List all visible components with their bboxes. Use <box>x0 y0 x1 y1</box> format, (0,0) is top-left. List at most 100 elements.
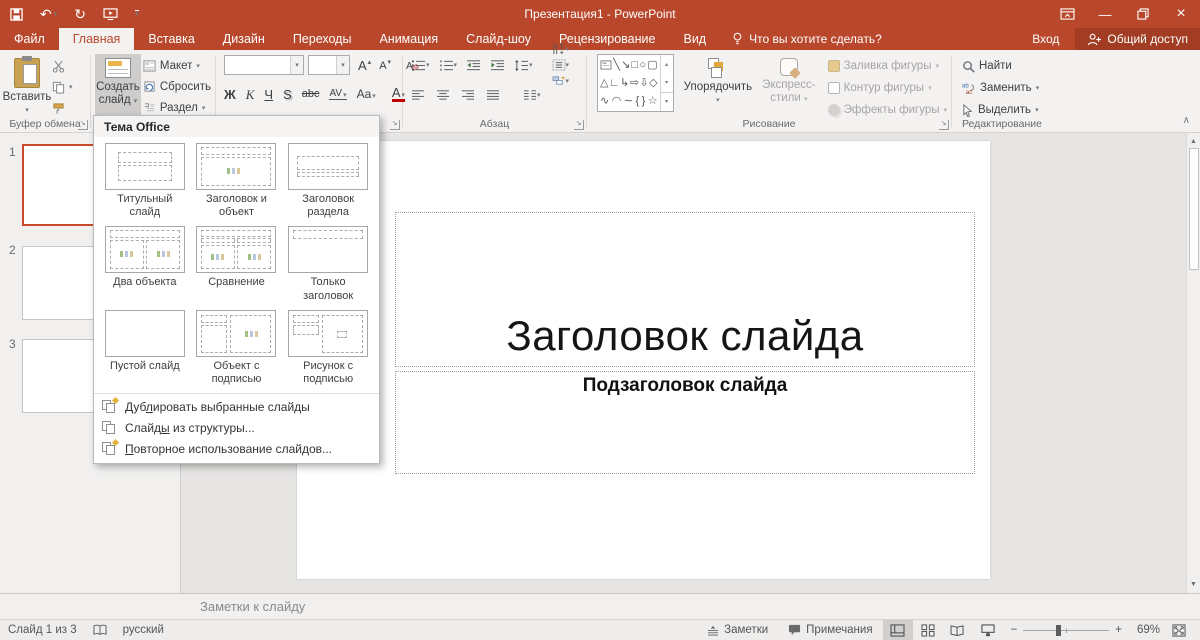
shape-star-icon[interactable]: ☆ <box>648 95 658 107</box>
spellcheck-icon[interactable] <box>93 624 107 637</box>
tab-insert[interactable]: Вставка <box>134 28 208 50</box>
shape-flowchart-icon[interactable]: ◇ <box>649 77 657 89</box>
convert-smartart-button[interactable]: ▾ <box>552 75 569 87</box>
layout-option-section-header[interactable]: Заголовок раздела <box>282 141 374 221</box>
tab-home[interactable]: Главная <box>58 28 135 50</box>
align-center-button[interactable] <box>436 89 450 101</box>
slide-sorter-view-button[interactable] <box>913 620 943 640</box>
zoom-slider[interactable] <box>1023 624 1110 636</box>
start-slideshow-icon[interactable] <box>103 8 118 20</box>
close-button[interactable]: × <box>1162 0 1200 28</box>
find-button[interactable]: Найти <box>962 58 1039 74</box>
line-spacing-button[interactable]: ▾ <box>514 59 533 72</box>
shape-elbow-arrow-icon[interactable]: ↳ <box>620 77 629 89</box>
layout-option-title-and-content[interactable]: Заголовок и объект <box>191 141 283 221</box>
tab-file[interactable]: Файл <box>0 28 59 50</box>
menu-item-slides-from-outline[interactable]: Слайды из структуры... <box>94 417 379 438</box>
layout-option-blank[interactable]: Пустой слайд <box>99 308 191 388</box>
vertical-scrollbar[interactable]: ▲ ▼ <box>1186 133 1200 593</box>
tell-me-box[interactable]: Что вы хотите сделать? <box>720 28 894 50</box>
ribbon-display-options-icon[interactable] <box>1048 0 1086 28</box>
notes-pane[interactable]: Заметки к слайду <box>0 593 1200 619</box>
shapes-scroll-down-icon[interactable]: ▾ <box>661 73 673 91</box>
strikethrough-button[interactable]: abc <box>302 88 320 100</box>
scroll-up-icon[interactable]: ▲ <box>1190 133 1197 148</box>
copy-caret-icon[interactable]: ▾ <box>69 83 73 91</box>
tab-design[interactable]: Дизайн <box>209 28 279 50</box>
justify-button[interactable] <box>486 89 500 101</box>
comments-toggle[interactable]: Примечания <box>778 620 882 640</box>
drawing-dialog-launcher-icon[interactable]: ↘ <box>939 120 949 130</box>
layout-button[interactable]: Макет ▾ <box>143 58 211 74</box>
shape-curve-icon[interactable]: ∼ <box>624 95 633 107</box>
paste-button[interactable]: Вставить ▾ <box>3 54 51 116</box>
subtitle-placeholder[interactable]: Подзаголовок слайда <box>395 371 975 474</box>
layout-option-two-content[interactable]: Два объекта <box>99 224 191 304</box>
slideshow-view-button[interactable] <box>973 620 1003 640</box>
paste-caret-icon[interactable]: ▾ <box>25 107 29 115</box>
restore-button[interactable] <box>1124 0 1162 28</box>
layout-option-title-slide[interactable]: Титульный слайд <box>99 141 191 221</box>
tab-animations[interactable]: Анимация <box>365 28 452 50</box>
shape-down-arrow-icon[interactable]: ⇩ <box>640 77 649 89</box>
increase-indent-button[interactable] <box>490 59 505 72</box>
zoom-percentage[interactable]: 69% <box>1130 624 1164 636</box>
shape-oval-icon[interactable]: ○ <box>639 59 646 71</box>
tab-transitions[interactable]: Переходы <box>279 28 366 50</box>
change-case-button[interactable]: Aa ▾ <box>357 88 376 100</box>
arrange-button[interactable]: Упорядочить ▾ <box>684 54 752 116</box>
copy-button[interactable]: ▾ <box>52 79 73 95</box>
shape-line-icon[interactable]: ╲ <box>613 59 620 71</box>
collapse-ribbon-icon[interactable]: ∧ <box>1183 115 1190 126</box>
layout-option-comparison[interactable]: Сравнение <box>191 224 283 304</box>
undo-button[interactable]: ↶ ▾ <box>40 7 57 21</box>
clipboard-dialog-launcher-icon[interactable]: ↘ <box>78 120 88 130</box>
share-button[interactable]: Общий доступ <box>1075 28 1200 50</box>
scroll-down-icon[interactable]: ▼ <box>1190 578 1197 593</box>
columns-button[interactable]: ▾ <box>523 89 541 101</box>
shape-elbow-connector-icon[interactable]: ∟ <box>609 77 620 89</box>
shape-right-arrow-icon[interactable]: ⇨ <box>630 77 639 89</box>
save-icon[interactable] <box>10 7 23 21</box>
new-slide-button[interactable]: Создать слайд ▾ <box>95 54 141 116</box>
shapes-more-icon[interactable]: ▾ <box>660 91 673 111</box>
shape-arc-icon[interactable]: ◠ <box>612 95 622 107</box>
shape-rectangle-icon[interactable]: □ <box>632 59 639 71</box>
font-name-caret-icon[interactable]: ▾ <box>290 56 303 74</box>
minimize-button[interactable]: — <box>1086 0 1124 28</box>
reading-view-button[interactable] <box>943 620 973 640</box>
shape-effects-button[interactable]: Эффекты фигуры ▾ <box>827 102 947 118</box>
text-direction-button[interactable]: ▾ <box>552 43 569 55</box>
shrink-font-button[interactable]: A ▾ <box>379 59 391 72</box>
menu-item-reuse-slides[interactable]: Повторное использование слайдов... <box>94 438 379 459</box>
bullets-button[interactable]: ▾ <box>411 59 430 72</box>
tab-slideshow[interactable]: Слайд-шоу <box>452 28 545 50</box>
select-button[interactable]: Выделить ▾ <box>962 102 1039 118</box>
layout-option-content-with-caption[interactable]: Объект с подписью <box>191 308 283 388</box>
redo-icon[interactable]: ↻ <box>74 7 86 21</box>
font-size-combo[interactable]: ▾ <box>308 55 350 75</box>
notes-toggle[interactable]: Заметки <box>697 620 778 640</box>
zoom-in-button[interactable]: + <box>1115 624 1122 636</box>
menu-item-duplicate-slides[interactable]: Дублировать выбранные слайды <box>94 396 379 417</box>
font-size-caret-icon[interactable]: ▾ <box>336 56 349 74</box>
undo-caret-icon[interactable]: ▾ <box>54 10 58 18</box>
layout-option-title-only[interactable]: Только заголовок <box>282 224 374 304</box>
slide-canvas[interactable]: Заголовок слайда Подзаголовок слайда <box>297 141 990 579</box>
fit-slide-to-window-button[interactable] <box>1164 620 1194 640</box>
align-right-button[interactable] <box>461 89 475 101</box>
zoom-slider-thumb[interactable] <box>1055 624 1061 636</box>
numbering-button[interactable]: ▾ <box>439 59 457 72</box>
cut-button[interactable] <box>52 58 73 74</box>
reset-button[interactable]: Сбросить <box>143 79 211 95</box>
paragraph-dialog-launcher-icon[interactable]: ↘ <box>574 120 584 130</box>
customize-qat-icon[interactable]: ▾ <box>134 10 139 18</box>
section-button[interactable]: Раздел ▾ <box>143 100 211 116</box>
align-left-button[interactable] <box>411 89 425 101</box>
font-dialog-launcher-icon[interactable]: ↘ <box>390 120 400 130</box>
format-painter-button[interactable] <box>52 100 73 116</box>
bold-button[interactable]: Ж <box>224 88 236 101</box>
normal-view-button[interactable] <box>882 619 913 640</box>
underline-button[interactable]: Ч <box>264 88 273 101</box>
align-text-button[interactable]: ▾ <box>552 59 569 71</box>
